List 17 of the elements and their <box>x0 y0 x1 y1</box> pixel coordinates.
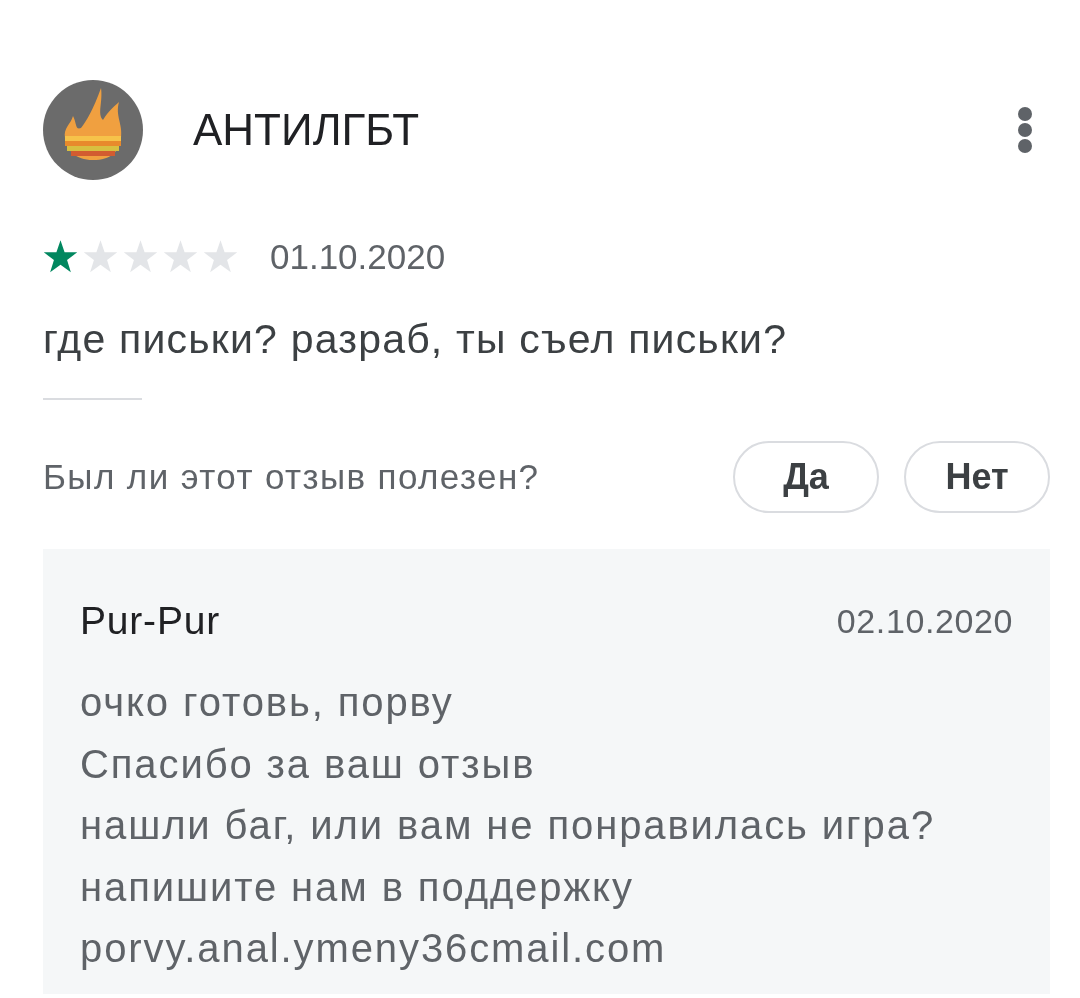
flame-avatar-icon <box>43 80 143 180</box>
helpful-question: Был ли этот отзыв полезен? <box>43 457 540 497</box>
reviewer-name: АНТИЛГБТ <box>193 105 421 155</box>
star-icon <box>83 240 118 274</box>
vote-button[interactable]: Нет <box>904 441 1050 513</box>
vote-button[interactable]: Да <box>733 441 879 513</box>
star-icon <box>43 240 78 274</box>
more-options-icon <box>1017 106 1033 154</box>
star-icon <box>203 240 238 274</box>
developer-name: Pur-Pur <box>80 599 220 643</box>
review-date: 01.10.2020 <box>270 237 446 277</box>
reply-date: 02.10.2020 <box>836 601 1013 641</box>
reply-text: очко готовь, порву Спасибо за ваш отзыв нашли баг, или вам не понравилась игра? напишите нам в поддержку porvy.anal.ymeny36cmail.com <box>80 679 937 972</box>
star-icon <box>163 240 198 274</box>
review-text: где письки? разраб, ты съел письки? <box>43 315 789 363</box>
more-options-button[interactable] <box>1017 106 1033 154</box>
star-icon <box>123 240 158 274</box>
